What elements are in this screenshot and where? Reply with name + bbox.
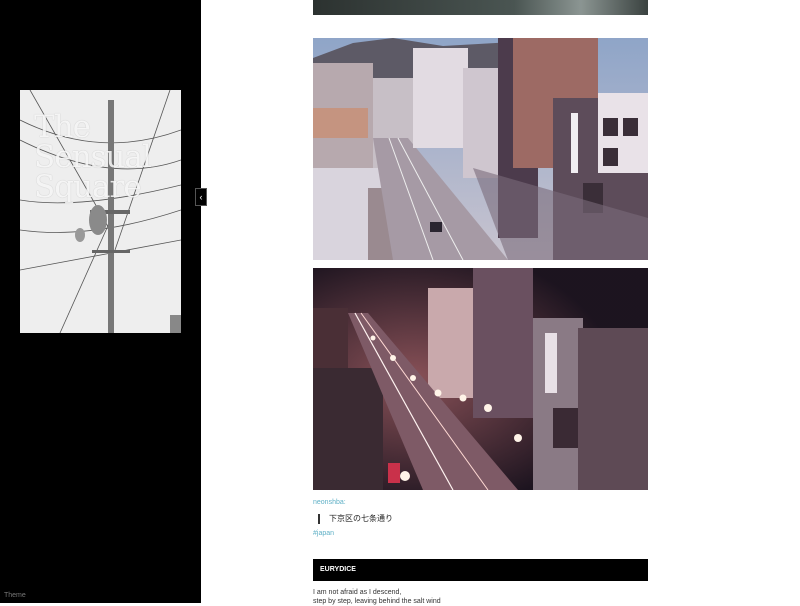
poem-line: I am not afraid as I descend, <box>313 589 402 596</box>
tag-link[interactable]: #japan <box>313 530 334 537</box>
theme-link[interactable]: Theme <box>4 592 26 599</box>
sidebar: The Sensual Square Theme <box>0 0 201 603</box>
previous-post-photo[interactable] <box>313 0 648 15</box>
source-user-link[interactable]: neonshba: <box>313 499 346 506</box>
street-photo-night[interactable] <box>313 268 648 490</box>
chevron-left-icon: ‹ <box>199 192 203 202</box>
collapse-sidebar-button[interactable]: ‹ <box>195 188 207 206</box>
poem-text: I am not afraid as I descend, step by st… <box>313 588 441 606</box>
street-photo-day[interactable] <box>313 38 648 260</box>
poem-line: step by step, leaving behind the salt wi… <box>313 598 441 605</box>
cover-image[interactable]: The Sensual Square <box>20 90 181 333</box>
post-quote: 下京区の七条通り <box>318 514 393 524</box>
next-post-title[interactable]: EURYDICE <box>320 566 356 573</box>
blog-title[interactable]: The Sensual Square <box>34 112 181 203</box>
next-post-title-bar: EURYDICE <box>313 559 648 581</box>
